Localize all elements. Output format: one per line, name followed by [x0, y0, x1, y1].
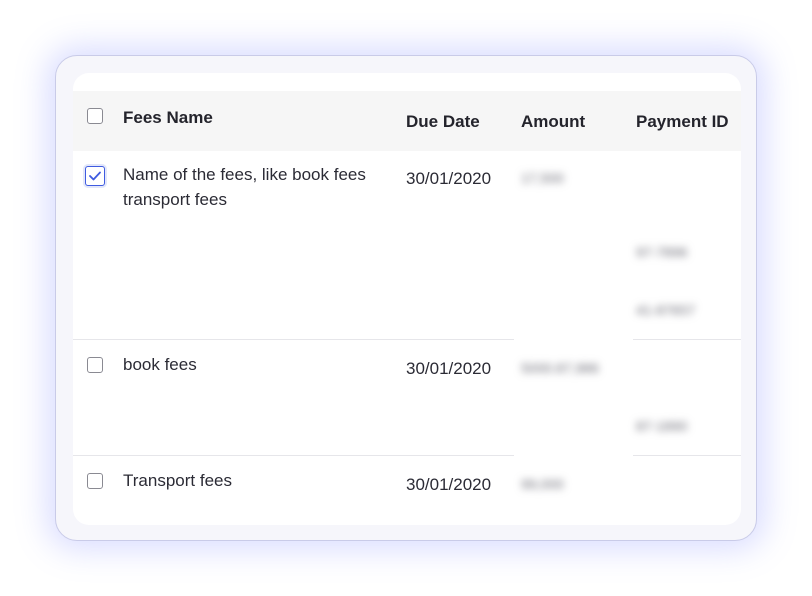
- column-header-payment-id: Payment ID: [636, 112, 729, 131]
- fees-name-cell-line2: transport fees: [123, 190, 227, 209]
- fees-table: Fees Name Due Date Amount Payment ID Nam…: [73, 73, 741, 525]
- row-checkbox[interactable]: [87, 473, 103, 489]
- row-divider: [73, 339, 514, 340]
- column-header-due-date: Due Date: [406, 112, 480, 131]
- due-date-cell: 30/01/2020: [406, 475, 492, 494]
- fees-name-cell: book fees: [123, 355, 197, 374]
- amount-cell-redacted: 5000.87,986: [521, 360, 599, 376]
- column-header-amount: Amount: [521, 112, 586, 131]
- row-checkbox-checked[interactable]: [85, 166, 105, 186]
- due-date-cell: 30/01/2020: [406, 359, 492, 378]
- amount-cell-redacted: 99,000: [521, 476, 564, 492]
- fees-name-cell: Name of the fees, like book fees: [123, 165, 366, 184]
- row-divider: [633, 339, 741, 340]
- due-date-cell: 30/01/2020: [406, 169, 492, 188]
- table-header: Fees Name Due Date Amount Payment ID: [73, 91, 741, 151]
- page: Fees Name Due Date Amount Payment ID Nam…: [0, 0, 812, 596]
- row-checkbox[interactable]: [87, 357, 103, 373]
- row-divider: [73, 455, 514, 456]
- check-icon: [89, 171, 101, 181]
- select-all-checkbox[interactable]: [87, 108, 103, 124]
- payment-id-cell-redacted: 41-87657: [636, 302, 696, 318]
- row-divider: [633, 455, 741, 456]
- column-header-fees-name: Fees Name: [123, 108, 213, 127]
- fees-name-cell: Transport fees: [123, 471, 232, 490]
- payment-id-cell-redacted: 87-1890: [636, 418, 688, 434]
- amount-cell-redacted: 17,500: [521, 170, 564, 186]
- payment-id-cell-redacted: 97-7896: [636, 244, 688, 260]
- fees-card: Fees Name Due Date Amount Payment ID Nam…: [55, 55, 757, 541]
